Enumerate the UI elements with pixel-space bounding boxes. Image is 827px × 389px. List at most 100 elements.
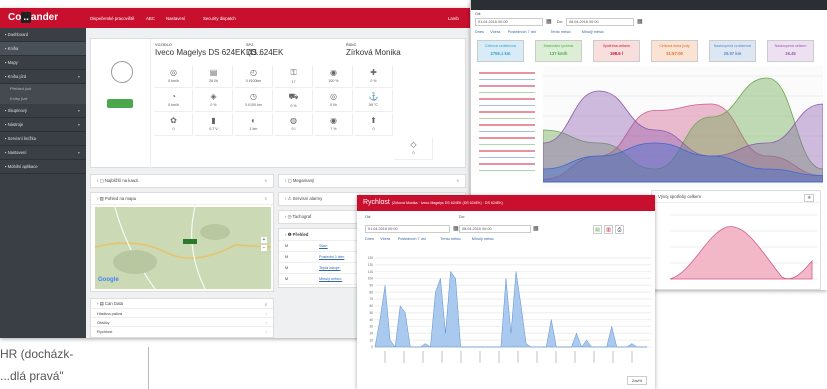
- consumption-panel: Vývoj spotřeby celkem ✱: [651, 190, 821, 290]
- telemetry-cell: ▮ 0.7 V: [195, 113, 233, 136]
- overview-period[interactable]: Teplá zdroje:: [319, 266, 341, 270]
- sidebar-item[interactable]: ▪ Servisní knížka: [0, 132, 86, 146]
- from-date-input[interactable]: 01.04.2016 00:00: [365, 225, 450, 233]
- to-date-value: 08.04.2016 00:00: [569, 20, 599, 24]
- telemetry-cell: ◷ 0 l/100 km: [235, 89, 273, 112]
- collapse-icon[interactable]: ≡: [456, 178, 459, 183]
- stat-value: 137 km/h: [549, 51, 568, 56]
- nav-dispatch[interactable]: Dispečerské pracoviště: [90, 16, 134, 21]
- alarms-title: Servisní alarmy: [292, 196, 323, 201]
- map-panel-title: Pohled na mapu: [104, 196, 137, 201]
- can-row[interactable]: Hladina paliva ›: [91, 309, 273, 318]
- collapse-icon[interactable]: ≡: [264, 196, 267, 201]
- speed-area: [374, 270, 647, 348]
- sidebar-item[interactable]: ▪ Skupinový ▾: [0, 104, 86, 118]
- telemetry-icon: ◈: [210, 92, 217, 101]
- map-view[interactable]: Google + −: [95, 207, 271, 289]
- telemetry-cell: ◴ 0 l/100km: [235, 65, 273, 88]
- sidebar-item[interactable]: ▪ Nástroje ▾: [0, 118, 86, 132]
- telemetry-cell: ◎ 0 l/h: [315, 89, 353, 112]
- overview-period[interactable]: Poslední 1 den: [319, 255, 344, 259]
- google-logo: Google: [98, 277, 119, 283]
- can-title: Can Data: [104, 301, 124, 306]
- map-panel-header: › ▥ Pohled na mapu ≡: [91, 193, 273, 205]
- megamap-panel[interactable]: › ▢ Megamaný ≡: [278, 174, 466, 188]
- consumption-panel-title: Vývoj spotřeby celkem: [658, 194, 701, 199]
- from-date-input[interactable]: 01.04.2016 00:00: [475, 18, 543, 26]
- settings-icon[interactable]: ✱: [804, 194, 814, 202]
- telemetry-value: 17: [291, 80, 296, 84]
- megamap-header: › ▢ Megamaný ≡: [285, 178, 459, 183]
- stat-label: Nastoupená celkem: [774, 44, 807, 48]
- collapse-icon[interactable]: ≡: [264, 178, 267, 183]
- stat-value: 2755.1 km: [490, 51, 511, 56]
- telemetry-icon: ◍: [290, 116, 297, 125]
- consumption-panel-header: Vývoj spotřeby celkem ✱: [652, 191, 820, 203]
- print-icon[interactable]: ⎙: [615, 225, 624, 234]
- sidebar-item[interactable]: ▪ Mobilní aplikace: [0, 160, 86, 174]
- quick-range-link[interactable]: Včera: [490, 30, 500, 34]
- speed-title: Rychlost (Zírková Monika · Iveco Magelys…: [363, 199, 503, 206]
- quick-range-link[interactable]: Minulý měsíc: [582, 30, 604, 34]
- close-button[interactable]: Zavřít: [627, 376, 647, 385]
- sidebar-item[interactable]: ▪ Kniha jízd ▾: [0, 70, 86, 84]
- quick-range-link[interactable]: Tento měsíc: [551, 30, 571, 34]
- sidebar-item[interactable]: Přehled jízd: [0, 84, 86, 94]
- quick-range-link[interactable]: Posledních 7 dní: [508, 30, 536, 34]
- sidebar-item[interactable]: Knihy jízd: [0, 94, 86, 104]
- quick-range-link[interactable]: Tento měsíc: [441, 237, 461, 241]
- zoom-in-button[interactable]: +: [261, 237, 267, 243]
- overview-period[interactable]: Minulý měsíc:: [319, 277, 342, 281]
- telemetry-icon: ⛟: [288, 92, 299, 101]
- table-row-bar: [479, 143, 535, 146]
- can-row[interactable]: Otáčky ›: [91, 318, 273, 327]
- speed-titlebar: Rychlost (Zírková Monika · Iveco Magelys…: [357, 195, 655, 211]
- can-row[interactable]: Rychlost ›: [91, 327, 273, 336]
- quick-range-link[interactable]: Dnes: [475, 30, 484, 34]
- document-divider: [148, 347, 149, 389]
- quick-range-link[interactable]: Minulý měsíc: [472, 237, 494, 241]
- logo[interactable]: Co.. ander: [8, 12, 58, 23]
- zoom-out-button[interactable]: −: [261, 245, 267, 251]
- chevron-down-icon: ▾: [77, 150, 80, 155]
- telemetry-cell: ◔ 0 km/h: [155, 89, 193, 112]
- quick-range-link[interactable]: Posledních 7 dní: [398, 237, 426, 241]
- calendar-icon[interactable]: ▦: [637, 18, 643, 25]
- driver-header: ŘIDIČ Zírková Monika: [346, 43, 401, 57]
- export-pdf-icon[interactable]: ▥: [604, 225, 613, 234]
- consumption-mini-chart: [669, 214, 817, 280]
- telemetry-value: 0 l/100km: [245, 79, 262, 83]
- y-tick-label: 120: [368, 263, 374, 267]
- table-row-bar: [479, 111, 535, 113]
- to-label: Do:: [459, 215, 465, 219]
- y-tick-label: 0: [371, 345, 373, 349]
- to-date-input[interactable]: 08.04.2016 00:00: [459, 225, 531, 233]
- nav-abc[interactable]: ABC: [146, 16, 155, 21]
- telemetry-value: 0 km/h: [168, 103, 179, 107]
- stat-tile: Nastoupená celkem 26.45: [767, 40, 814, 62]
- calendar-icon[interactable]: ▦: [453, 225, 459, 232]
- overview-period[interactable]: Stav:: [319, 244, 328, 248]
- sidebar-item-label: Knihy jízd: [10, 96, 28, 101]
- consumption-area-chart: [543, 66, 823, 188]
- from-label: Od:: [365, 215, 372, 219]
- quick-range-link[interactable]: Dnes: [365, 237, 374, 241]
- nav-settings[interactable]: Nastavení: [166, 16, 185, 21]
- quick-range-link[interactable]: Včera: [380, 237, 390, 241]
- calendar-icon[interactable]: ▦: [533, 225, 539, 232]
- to-date-input[interactable]: 08.04.2016 00:00: [566, 18, 634, 26]
- stat-label: Nastoupená vzdálenost: [713, 44, 752, 48]
- sidebar-item[interactable]: ▪ Kniha: [0, 42, 86, 56]
- nav-security[interactable]: Security dispatch: [203, 16, 236, 21]
- nav-user[interactable]: Lamb: [448, 16, 459, 21]
- collapse-icon[interactable]: ≡: [264, 302, 267, 307]
- document-line: HR (docházk-: [0, 347, 74, 361]
- sidebar-item[interactable]: ▪ Nastavení ▾: [0, 146, 86, 160]
- export-excel-icon[interactable]: ▤: [593, 225, 602, 234]
- sidebar-item[interactable]: ▪ Dashboard: [0, 28, 86, 42]
- calendar-icon[interactable]: ▦: [546, 18, 552, 25]
- sidebar-item[interactable]: ▪ Mapy: [0, 56, 86, 70]
- y-tick-label: 80: [369, 290, 373, 294]
- nearest-header: › ▢ Najbližší na kauzi ≡: [97, 178, 267, 183]
- nearest-panel[interactable]: › ▢ Najbližší na kauzi ≡: [90, 174, 274, 188]
